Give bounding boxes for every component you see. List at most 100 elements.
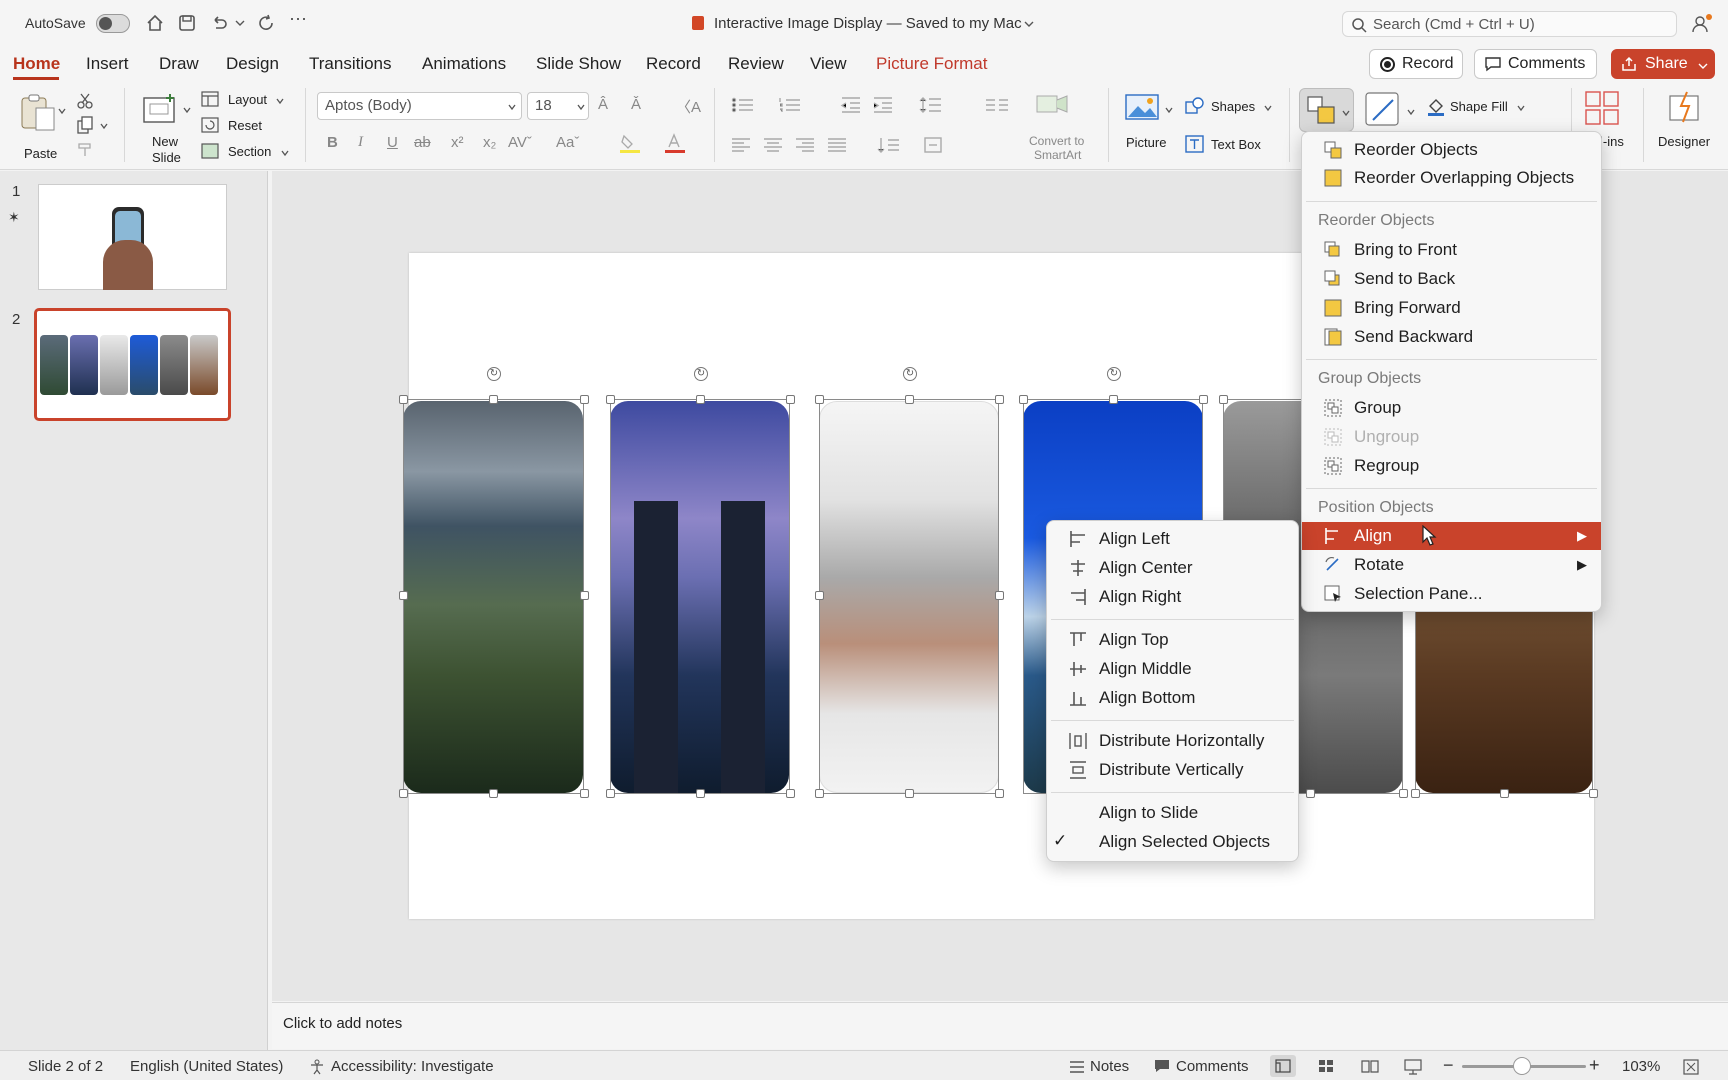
bold-icon[interactable]: B: [327, 134, 338, 151]
columns-icon[interactable]: [984, 96, 1010, 114]
resize-handle[interactable]: [399, 395, 408, 404]
zoom-out-button[interactable]: −: [1443, 1055, 1454, 1076]
resize-handle[interactable]: [815, 591, 824, 600]
menu-item-reorder-overlapping-objects[interactable]: Reorder Overlapping Objects: [1302, 164, 1601, 192]
justify-text-icon[interactable]: [827, 137, 847, 153]
resize-handle[interactable]: [815, 789, 824, 798]
slide-thumbnail-1[interactable]: [38, 184, 227, 290]
document-title[interactable]: Interactive Image Display — Saved to my …: [714, 15, 1022, 32]
more-icon[interactable]: ⋯: [289, 9, 307, 30]
resize-handle[interactable]: [905, 789, 914, 798]
resize-handle[interactable]: [696, 395, 705, 404]
resize-handle[interactable]: [1019, 395, 1028, 404]
decrease-indent-icon[interactable]: [840, 96, 862, 114]
menu-item-bring-forward[interactable]: Bring Forward: [1302, 294, 1601, 322]
menu-item-selection-pane[interactable]: Selection Pane...: [1302, 580, 1601, 608]
increase-font-size-icon[interactable]: Â: [598, 96, 608, 113]
picture-dropdown-icon[interactable]: [1165, 106, 1173, 114]
text-box-button[interactable]: Text Box: [1184, 134, 1274, 156]
comments-toggle[interactable]: Comments: [1176, 1058, 1249, 1075]
center-text-icon[interactable]: [763, 137, 783, 153]
menu-item-align[interactable]: Align ▶: [1302, 522, 1601, 550]
layout-button[interactable]: Layout: [201, 90, 291, 110]
clear-formatting-icon[interactable]: 〈A: [676, 96, 701, 117]
text-direction-icon[interactable]: [875, 136, 901, 154]
change-case-icon[interactable]: Aaˇ: [556, 134, 579, 151]
highlight-icon[interactable]: [618, 132, 642, 154]
decrease-font-size-icon[interactable]: Ǎ: [631, 96, 641, 113]
coauthor-icon[interactable]: [1691, 13, 1713, 35]
menu-item-align-top[interactable]: Align Top: [1047, 626, 1298, 654]
save-icon[interactable]: [177, 13, 197, 33]
menu-item-send-to-back[interactable]: Send to Back: [1302, 265, 1601, 293]
zoom-slider-thumb[interactable]: [1513, 1057, 1531, 1075]
menu-item-regroup[interactable]: Regroup: [1302, 452, 1601, 480]
rotate-handle[interactable]: ↻: [487, 367, 501, 381]
bullets-icon[interactable]: [731, 96, 755, 114]
increase-indent-icon[interactable]: [872, 96, 894, 114]
resize-handle[interactable]: [1411, 789, 1420, 798]
format-painter-icon[interactable]: [76, 140, 94, 158]
resize-handle[interactable]: [786, 789, 795, 798]
tab-design[interactable]: Design: [226, 54, 279, 74]
redo-icon[interactable]: [256, 13, 276, 33]
tab-transitions[interactable]: Transitions: [309, 54, 392, 74]
paste-button[interactable]: Paste: [14, 92, 66, 162]
resize-handle[interactable]: [696, 789, 705, 798]
zoom-level[interactable]: 103%: [1622, 1058, 1660, 1075]
resize-handle[interactable]: [1109, 395, 1118, 404]
resize-handle[interactable]: [399, 789, 408, 798]
fit-to-window-icon[interactable]: [1683, 1059, 1699, 1075]
resize-handle[interactable]: [1306, 789, 1315, 798]
tab-insert[interactable]: Insert: [86, 54, 129, 74]
subscript-icon[interactable]: x₂: [483, 134, 496, 151]
new-slide-button[interactable]: New Slide: [138, 90, 190, 165]
resize-handle[interactable]: [1500, 789, 1509, 798]
resize-handle[interactable]: [1219, 395, 1228, 404]
home-icon[interactable]: [145, 13, 165, 33]
resize-handle[interactable]: [1399, 789, 1408, 798]
shapes-button[interactable]: Shapes: [1184, 96, 1274, 118]
resize-handle[interactable]: [1199, 395, 1208, 404]
slide-sorter-icon[interactable]: [1318, 1059, 1334, 1073]
tab-animations[interactable]: Animations: [422, 54, 506, 74]
zoom-in-button[interactable]: +: [1589, 1055, 1600, 1076]
menu-item-align-middle[interactable]: Align Middle: [1047, 655, 1298, 683]
notes-toggle[interactable]: Notes: [1090, 1058, 1129, 1075]
reading-view-icon[interactable]: [1361, 1059, 1379, 1073]
menu-item-bring-to-front[interactable]: Bring to Front: [1302, 236, 1601, 264]
undo-icon[interactable]: [209, 13, 229, 33]
reset-button[interactable]: Reset: [201, 116, 291, 136]
resize-handle[interactable]: [995, 789, 1004, 798]
resize-handle[interactable]: [489, 395, 498, 404]
menu-item-align-left[interactable]: Align Left: [1047, 525, 1298, 553]
menu-item-rotate[interactable]: Rotate ▶: [1302, 551, 1601, 579]
menu-item-align-bottom[interactable]: Align Bottom: [1047, 684, 1298, 712]
underline-icon[interactable]: U: [387, 134, 398, 151]
quick-styles-button[interactable]: [1363, 90, 1419, 132]
search-input[interactable]: Search (Cmd + Ctrl + U): [1342, 11, 1677, 37]
align-right-text-icon[interactable]: [795, 137, 815, 153]
tab-record[interactable]: Record: [646, 54, 701, 74]
line-spacing-icon[interactable]: [919, 96, 943, 114]
italic-icon[interactable]: I: [358, 134, 363, 151]
resize-handle[interactable]: [786, 395, 795, 404]
numbering-icon[interactable]: [778, 96, 802, 114]
resize-handle[interactable]: [399, 591, 408, 600]
rotate-handle[interactable]: ↻: [1107, 367, 1121, 381]
designer-button[interactable]: Designer: [1655, 90, 1719, 156]
font-color-icon[interactable]: [663, 132, 687, 154]
resize-handle[interactable]: [905, 395, 914, 404]
menu-item-distribute-vertically[interactable]: Distribute Vertically: [1047, 756, 1298, 784]
shape-fill-button[interactable]: Shape Fill: [1426, 96, 1526, 118]
menu-item-align-to-slide[interactable]: Align to Slide: [1047, 799, 1298, 827]
resize-handle[interactable]: [995, 395, 1004, 404]
superscript-icon[interactable]: x²: [451, 134, 464, 151]
menu-item-ungroup[interactable]: Ungroup: [1302, 423, 1601, 451]
normal-view-button[interactable]: [1270, 1055, 1296, 1077]
resize-handle[interactable]: [606, 395, 615, 404]
cut-icon[interactable]: [76, 92, 94, 110]
resize-handle[interactable]: [489, 789, 498, 798]
menu-item-reorder-objects[interactable]: Reorder Objects: [1302, 136, 1601, 164]
menu-item-align-right[interactable]: Align Right: [1047, 583, 1298, 611]
